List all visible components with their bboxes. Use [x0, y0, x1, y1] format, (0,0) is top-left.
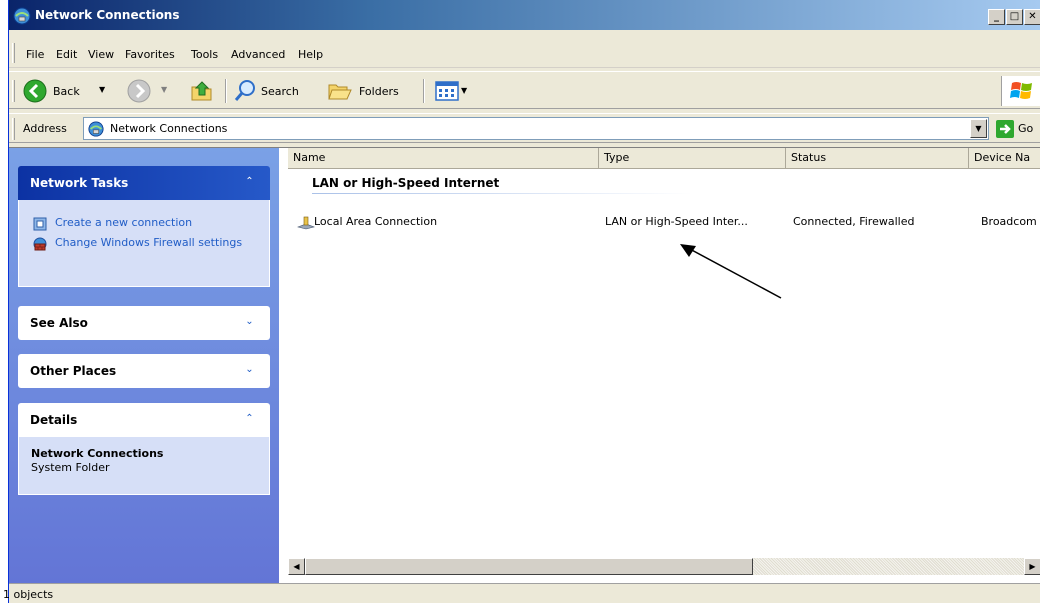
- search-button[interactable]: Search: [233, 77, 321, 105]
- menu-bar: File Edit View Favorites Tools Advanced …: [9, 38, 1040, 106]
- item-name: Local Area Connection: [314, 215, 438, 228]
- item-type: LAN or High-Speed Inter...: [605, 215, 748, 228]
- go-icon: [996, 120, 1014, 138]
- toolbar-grip[interactable]: [12, 80, 15, 102]
- item-status: Connected, Firewalled: [793, 215, 915, 228]
- see-also-title: See Also: [30, 316, 88, 330]
- toolbar-separator: [423, 79, 425, 103]
- lan-connection-icon: [297, 216, 315, 230]
- task-firewall-settings[interactable]: Change Windows Firewall settings: [33, 236, 253, 268]
- go-button[interactable]: Go: [996, 118, 1040, 140]
- menu-view[interactable]: View: [88, 48, 114, 61]
- other-places-panel: Other Places ⌄: [18, 354, 270, 388]
- network-tasks-body: Create a new connection Change Windows F…: [18, 200, 270, 287]
- menu-edit[interactable]: Edit: [56, 48, 77, 61]
- search-label: Search: [261, 85, 299, 98]
- collapse-chevron-icon[interactable]: ⌃: [241, 410, 258, 427]
- network-tasks-panel: Network Tasks ⌃ Create a new connection: [18, 166, 270, 287]
- horizontal-scrollbar[interactable]: ◀ ▶: [288, 558, 1040, 575]
- views-icon: [435, 81, 459, 101]
- folders-icon: [328, 84, 352, 100]
- back-dropdown-icon[interactable]: ▼: [99, 85, 105, 94]
- menubar-grip[interactable]: [12, 43, 15, 63]
- address-input[interactable]: Network Connections ▼: [83, 117, 989, 140]
- scroll-right-button[interactable]: ▶: [1024, 558, 1040, 575]
- network-tasks-title: Network Tasks: [30, 176, 129, 190]
- title-bar[interactable]: Network Connections _ □ ✕: [9, 0, 1040, 30]
- group-divider: [312, 193, 692, 194]
- task-pane: Network Tasks ⌃ Create a new connection: [9, 148, 279, 583]
- details-title: Details: [30, 413, 78, 427]
- column-header-status[interactable]: Status: [786, 148, 969, 169]
- views-dropdown-icon: ▼: [461, 86, 468, 95]
- see-also-panel: See Also ⌄: [18, 306, 270, 340]
- back-icon: [23, 79, 47, 103]
- menu-favorites[interactable]: Favorites: [125, 48, 175, 61]
- collapse-chevron-icon[interactable]: ⌃: [241, 173, 258, 190]
- address-value: Network Connections: [110, 122, 228, 135]
- close-button[interactable]: ✕: [1024, 9, 1040, 25]
- status-bar: 1 objects: [3, 583, 1040, 603]
- views-button[interactable]: ▼: [431, 77, 475, 105]
- menu-help[interactable]: Help: [298, 48, 323, 61]
- back-label: Back: [53, 85, 80, 98]
- annotation-arrow: [680, 244, 782, 299]
- go-label: Go: [1018, 122, 1034, 135]
- forward-button[interactable]: ▼: [125, 77, 181, 105]
- window-title: Network Connections: [35, 8, 180, 22]
- column-header-device[interactable]: Device Na: [969, 148, 1040, 169]
- column-header-name[interactable]: Name: [288, 148, 599, 169]
- details-header[interactable]: Details ⌃: [18, 403, 270, 437]
- folders-button[interactable]: Folders: [325, 77, 420, 105]
- forward-dropdown-icon[interactable]: ▼: [161, 85, 167, 94]
- menu-advanced[interactable]: Advanced: [231, 48, 285, 61]
- see-also-header[interactable]: See Also ⌄: [18, 306, 270, 340]
- network-tasks-header[interactable]: Network Tasks ⌃: [18, 166, 270, 200]
- other-places-header[interactable]: Other Places ⌄: [18, 354, 270, 388]
- window: Network Connections _ □ ✕ File Edit View…: [3, 0, 1040, 603]
- network-connections-icon: [88, 121, 104, 137]
- details-name: Network Connections: [31, 447, 164, 460]
- details-panel: Details ⌃ Network Connections System Fol…: [18, 403, 270, 495]
- new-connection-icon: [33, 217, 47, 231]
- file-list-view[interactable]: Name Type Status Device Na LAN or High-S…: [279, 148, 1040, 583]
- expand-chevron-icon[interactable]: ⌄: [241, 313, 258, 330]
- network-connections-icon: [13, 7, 31, 25]
- status-text: 1 objects: [3, 588, 54, 601]
- toolbar-separator: [225, 79, 227, 103]
- search-icon: [234, 80, 255, 101]
- standard-toolbar: Back ▼ ▼ Search Folders ▼: [9, 71, 1040, 109]
- column-header-row: Name Type Status Device Na: [288, 148, 1040, 169]
- firewall-icon: [33, 237, 47, 251]
- address-bar: Address Network Connections ▼ Go: [9, 113, 1040, 143]
- details-body: Network Connections System Folder: [18, 437, 270, 495]
- expand-chevron-icon[interactable]: ⌄: [241, 361, 258, 378]
- minimize-button[interactable]: _: [988, 9, 1005, 25]
- menu-file[interactable]: File: [26, 48, 44, 61]
- item-device: Broadcom: [981, 215, 1037, 228]
- details-kind: System Folder: [31, 461, 110, 474]
- scroll-left-button[interactable]: ◀: [288, 558, 305, 575]
- column-header-type[interactable]: Type: [599, 148, 786, 169]
- folders-label: Folders: [359, 85, 399, 98]
- content-area: Network Tasks ⌃ Create a new connection: [9, 147, 1040, 583]
- scroll-thumb[interactable]: [305, 558, 753, 575]
- menu-tools[interactable]: Tools: [191, 48, 218, 61]
- address-dropdown-button[interactable]: ▼: [970, 119, 987, 138]
- back-button[interactable]: Back ▼: [19, 77, 125, 105]
- maximize-button[interactable]: □: [1006, 9, 1023, 25]
- task-firewall-settings-label: Change Windows Firewall settings: [55, 236, 243, 249]
- other-places-title: Other Places: [30, 364, 117, 378]
- group-header: LAN or High-Speed Internet: [312, 176, 500, 190]
- address-label: Address: [23, 122, 67, 135]
- up-folder-icon[interactable]: [189, 78, 215, 104]
- forward-icon: [127, 79, 151, 103]
- addressbar-grip[interactable]: [12, 118, 15, 140]
- list-item[interactable]: Local Area Connection LAN or High-Speed …: [288, 214, 1040, 232]
- task-create-connection-label: Create a new connection: [55, 216, 193, 229]
